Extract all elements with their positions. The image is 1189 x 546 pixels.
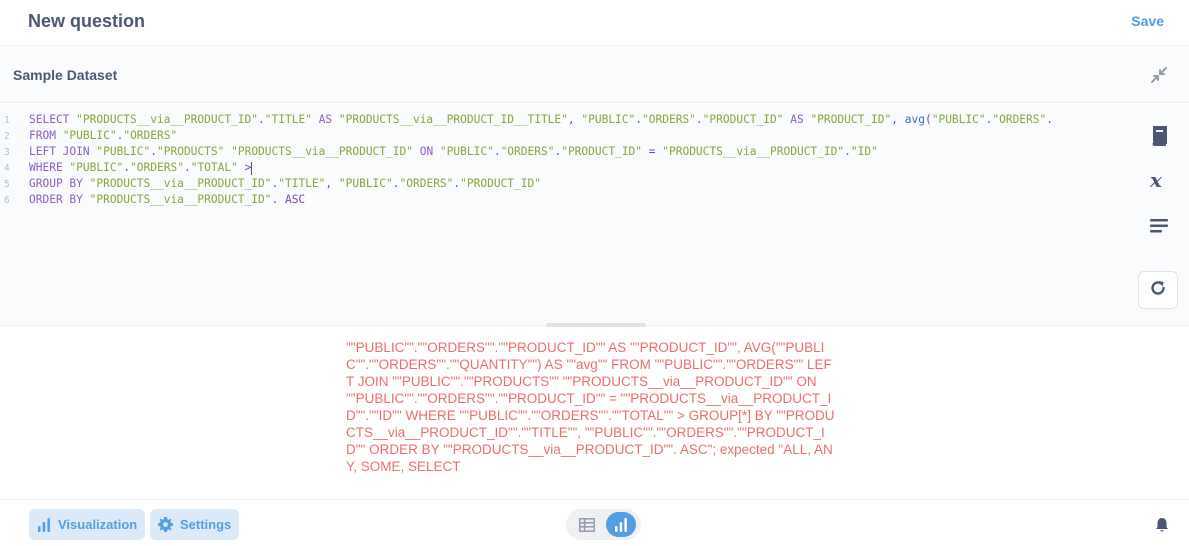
sql-token: . [392, 177, 400, 190]
sql-token: , [567, 113, 582, 126]
sql-token: SELECT [29, 113, 77, 126]
sql-token: FROM [29, 129, 63, 142]
sql-token: "PUBLIC" [69, 161, 124, 174]
sql-token: "TITLE" [278, 177, 326, 190]
sql-token: ON [412, 145, 440, 158]
sql-token: "ORDERS" [399, 177, 454, 190]
sql-token: . [493, 145, 501, 158]
collapse-icon[interactable] [1149, 65, 1169, 85]
sql-token: AS [311, 113, 339, 126]
sql-token: , [891, 113, 905, 126]
sql-line[interactable]: 2 FROM "PUBLIC"."ORDERS" [0, 128, 1130, 144]
bar-chart-icon [38, 517, 50, 532]
sql-token: "ORDERS" [123, 129, 178, 142]
sql-token: "ORDERS" [130, 161, 184, 174]
dataset-bar: Sample Dataset [0, 47, 1189, 103]
sql-token: "PUBLIC" [338, 177, 393, 190]
sql-line[interactable]: 4 WHERE "PUBLIC"."ORDERS"."TOTAL" > [0, 160, 1130, 176]
sql-code[interactable]: 1 SELECT "PRODUCTS__via__PRODUCT_ID"."TIT… [0, 112, 1130, 208]
line-number: 3 [4, 147, 10, 158]
refresh-icon [1149, 279, 1167, 302]
sql-token: "PRODUCTS__via__PRODUCT_ID" [231, 145, 413, 158]
settings-label: Settings [180, 517, 232, 532]
sql-token: ( [924, 113, 932, 126]
sql-token: . [635, 113, 643, 126]
chart-view-toggle[interactable] [606, 512, 636, 537]
query-error-message: ""PUBLIC"".""ORDERS"".""PRODUCT_ID"" AS … [346, 340, 835, 474]
sql-token: "PRODUCT_ID" [561, 145, 643, 158]
variable-icon[interactable]: x [1148, 169, 1170, 191]
settings-button[interactable]: Settings [150, 509, 240, 540]
sql-token: "PRODUCT_ID" [460, 177, 541, 190]
sql-token: "PRODUCTS__via__PRODUCT_ID" [76, 113, 259, 126]
visualization-button[interactable]: Visualization [29, 509, 146, 540]
bell-icon[interactable] [1154, 517, 1170, 533]
sql-token: ORDER BY [29, 193, 90, 206]
sql-token: "PRODUCTS__via__PRODUCT_ID" [662, 145, 845, 158]
sql-token: "PUBLIC" [439, 145, 494, 158]
sql-token: WHERE [29, 161, 70, 174]
chart-icon [615, 517, 627, 532]
table-view-toggle[interactable] [572, 512, 602, 537]
sql-token: GROUP BY [29, 177, 90, 190]
sql-line[interactable]: 5 GROUP BY "PRODUCTS__via__PRODUCT_ID". "T… [0, 176, 1130, 192]
sql-token: "ORDERS" [642, 113, 696, 126]
sql-line[interactable]: 6 ORDER BY "PRODUCTS__via__PRODUCT_ID". A… [0, 192, 1130, 208]
sql-token: "PRODUCTS" [157, 145, 225, 158]
line-number: 2 [4, 131, 10, 142]
svg-text:x: x [1149, 170, 1163, 190]
line-number: 5 [4, 179, 10, 190]
sql-token: . ASC [271, 193, 306, 206]
sql-token: . [1046, 113, 1053, 126]
view-toggle [566, 509, 641, 540]
question-header: New question Save [0, 0, 1189, 46]
page-title: New question [28, 11, 146, 31]
sql-token: "PRODUCTS__via__PRODUCT_ID__TITLE" [338, 113, 568, 126]
sql-token: "PRODUCT_ID" [810, 113, 892, 126]
sql-line[interactable]: 1 SELECT "PRODUCTS__via__PRODUCT_ID"."TIT… [0, 112, 1130, 128]
sql-token: , [325, 177, 339, 190]
sql-token: "ID" [850, 145, 878, 158]
dataset-selector[interactable]: Sample Dataset [13, 67, 117, 83]
sql-token: AS [783, 113, 811, 126]
sql-token: "ORDERS" [500, 145, 555, 158]
sql-token: "PUBLIC" [931, 113, 986, 126]
snippet-icon[interactable] [1148, 215, 1170, 237]
sql-token: . [258, 113, 265, 126]
sql-token: . [183, 161, 191, 174]
sql-token: avg [904, 113, 925, 126]
question-footer: Visualization Settings [0, 499, 1189, 546]
visualization-label: Visualization [58, 517, 138, 532]
line-number: 6 [4, 195, 10, 206]
sql-token: . [844, 145, 851, 158]
sql-token: "PUBLIC" [62, 129, 117, 142]
sql-token: "PUBLIC" [96, 145, 151, 158]
sql-token: "PRODUCTS__via__PRODUCT_ID" [89, 193, 272, 206]
gear-icon [158, 517, 173, 532]
sql-token: "TOTAL" [190, 161, 238, 174]
text-cursor [251, 161, 253, 175]
sql-token: LEFT JOIN [29, 145, 97, 158]
table-icon [579, 517, 595, 532]
sql-token: "TITLE" [264, 113, 312, 126]
line-number: 4 [4, 163, 10, 174]
sql-token: "PUBLIC" [581, 113, 636, 126]
book-icon[interactable] [1148, 125, 1170, 147]
editor-sidebar: x [1129, 104, 1189, 326]
refresh-button[interactable] [1138, 271, 1178, 309]
sql-token: "PRODUCTS__via__PRODUCT_ID" [89, 177, 272, 190]
save-button[interactable]: Save [1131, 13, 1164, 29]
sql-editor[interactable]: 1 SELECT "PRODUCTS__via__PRODUCT_ID"."TIT… [0, 104, 1189, 326]
sql-token: "PRODUCT_ID" [702, 113, 784, 126]
sql-token: "ORDERS" [992, 113, 1047, 126]
sql-line[interactable]: 3 LEFT JOIN "PUBLIC"."PRODUCTS" "PRODUCTS… [0, 144, 1130, 160]
sql-token: = [642, 145, 663, 158]
sql-token: . [150, 145, 157, 158]
results-panel: ""PUBLIC"".""ORDERS"".""PRODUCT_ID"" AS … [0, 327, 1189, 499]
sql-token: . [695, 113, 703, 126]
line-number: 1 [4, 115, 10, 126]
sql-token: > [237, 161, 252, 174]
